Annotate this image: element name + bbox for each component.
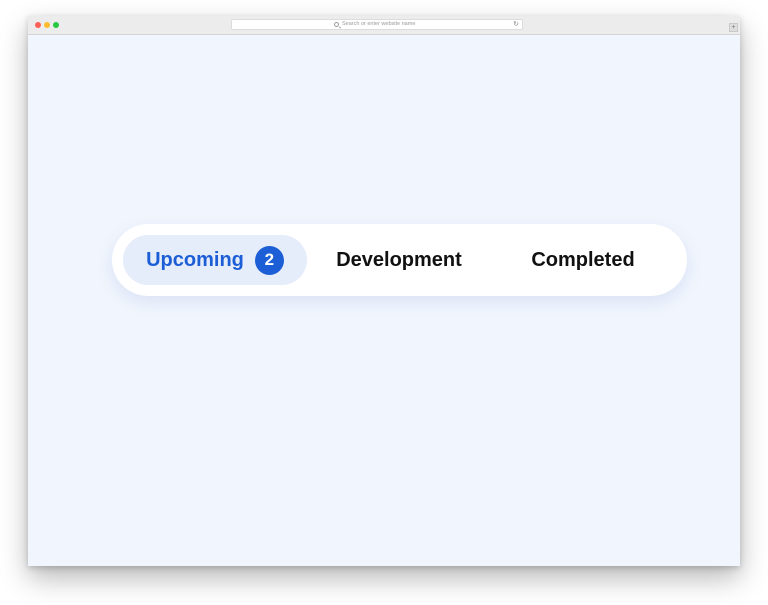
title-bar: Search or enter website name ↻ +: [28, 16, 740, 35]
tab-upcoming-label: Upcoming: [146, 248, 244, 271]
tab-completed[interactable]: Completed: [491, 235, 675, 285]
tab-completed-label: Completed: [531, 248, 635, 271]
search-icon: [334, 22, 339, 27]
tab-development[interactable]: Development: [307, 235, 491, 285]
new-tab-button[interactable]: +: [729, 23, 738, 32]
reload-icon[interactable]: ↻: [513, 20, 519, 29]
count-badge: 2: [254, 245, 284, 275]
tab-bar: Upcoming 2 Development Completed: [112, 224, 687, 296]
tab-upcoming[interactable]: Upcoming 2: [123, 235, 307, 285]
browser-window: Search or enter website name ↻ + Upcomin…: [28, 16, 740, 566]
address-placeholder: Search or enter website name: [342, 21, 416, 27]
minimize-window-button[interactable]: [44, 22, 50, 28]
page-content: Upcoming 2 Development Completed: [28, 35, 740, 566]
address-bar[interactable]: Search or enter website name ↻: [231, 19, 523, 30]
tab-development-label: Development: [336, 248, 462, 271]
close-window-button[interactable]: [35, 22, 41, 28]
maximize-window-button[interactable]: [53, 22, 59, 28]
